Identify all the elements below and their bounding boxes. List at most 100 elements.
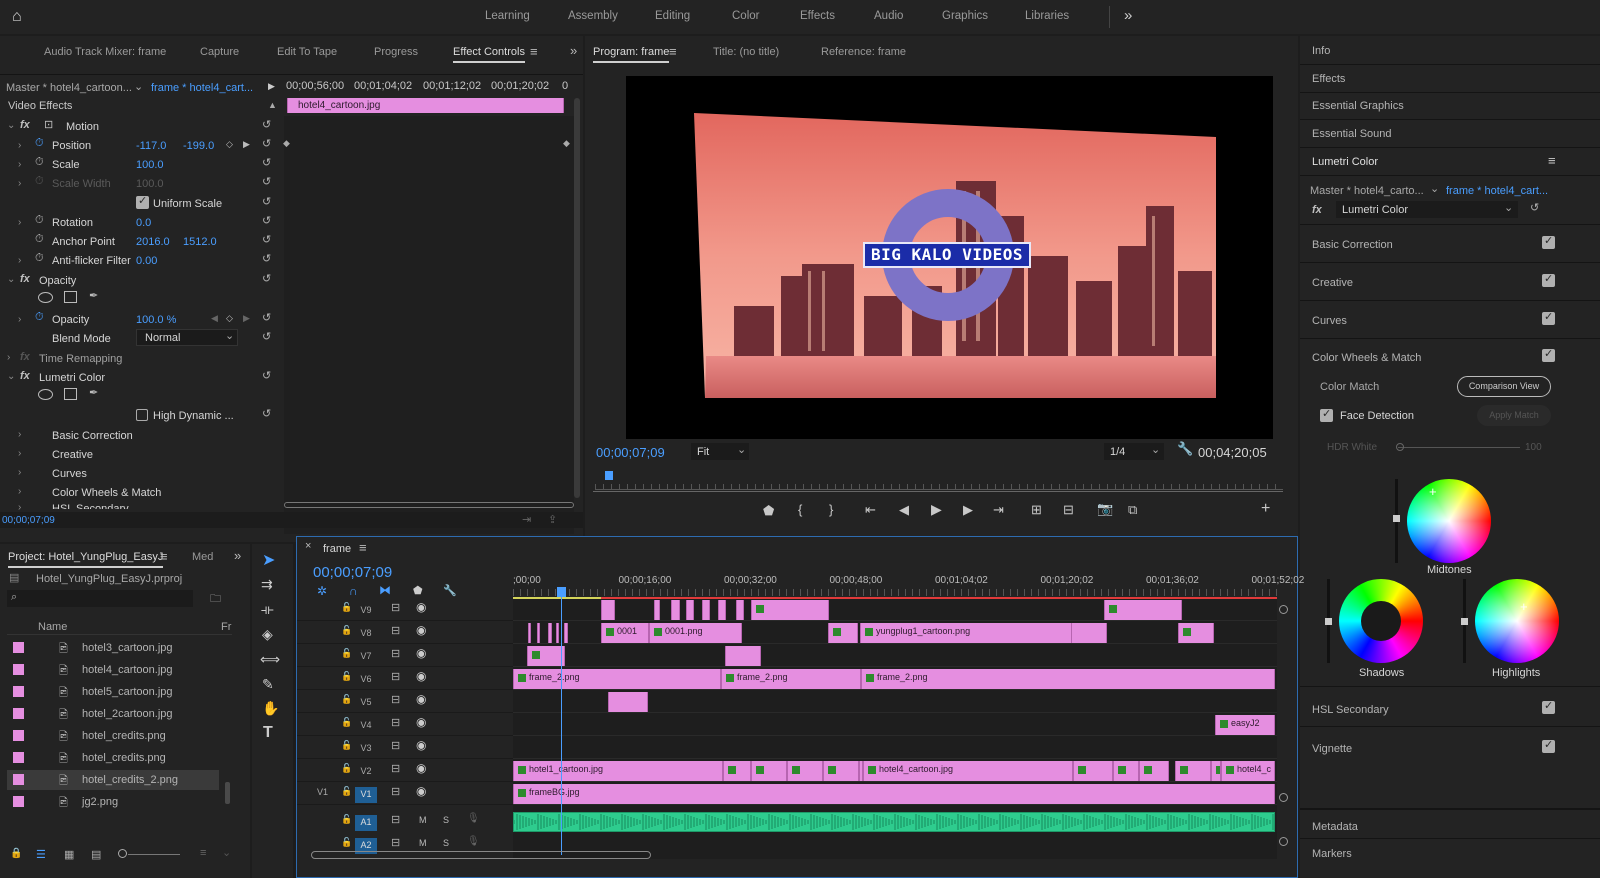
basic-correction-checkbox[interactable] (1542, 234, 1555, 249)
timeline-clip[interactable] (1073, 761, 1113, 781)
high-dynamic-checkbox[interactable] (136, 409, 148, 421)
hsl-secondary-checkbox[interactable] (1542, 699, 1555, 714)
timeline-clip[interactable] (608, 692, 648, 712)
ripple-edit-tool-icon[interactable]: ⟛ (261, 601, 274, 618)
playhead-head[interactable] (557, 587, 566, 597)
highlights-slider-handle[interactable] (1461, 618, 1468, 625)
ec-clip-bar[interactable]: hotel4_cartoon.jpg (287, 98, 564, 113)
panel-essential-graphics[interactable]: Essential Graphics (1312, 100, 1600, 112)
timeline-tab[interactable]: frame (323, 543, 351, 555)
track-lock-icon[interactable]: 🔓 (341, 602, 352, 613)
timeline-v-scroll-bottom[interactable] (1279, 837, 1288, 846)
panel-menu-icon[interactable]: ≡ (669, 44, 677, 59)
icon-view-icon[interactable]: ▦ (64, 848, 74, 861)
track-label[interactable]: V7 (355, 649, 377, 665)
timeline-clip[interactable] (601, 600, 615, 620)
sync-lock-icon[interactable]: ⊟ (391, 813, 400, 826)
sort-icon[interactable]: ≡ (200, 847, 206, 859)
track-lock-icon[interactable]: 🔓 (341, 763, 352, 774)
rotation-value[interactable]: 0.0 (136, 217, 151, 229)
ws-tab-libraries[interactable]: Libraries (1025, 10, 1069, 22)
add-marker-icon[interactable]: ⬟ (763, 503, 774, 519)
opacity-value[interactable]: 100.0 % (136, 314, 176, 326)
label-color-swatch[interactable] (13, 774, 24, 785)
tab-progress[interactable]: Progress (374, 46, 418, 58)
timeline-clip[interactable] (787, 761, 823, 781)
shadows-slider-handle[interactable] (1325, 618, 1332, 625)
settings-wrench-icon[interactable]: 🔧 (443, 584, 457, 597)
reset-icon[interactable]: ↺ (262, 369, 271, 382)
timeline-clip[interactable] (1104, 600, 1182, 620)
step-back-icon[interactable]: ◀ (899, 502, 909, 518)
pen-mask-icon[interactable]: ✒ (89, 289, 98, 302)
chevron-right-icon[interactable]: › (18, 314, 21, 325)
anchor-x[interactable]: 2016.0 (136, 236, 170, 248)
timeline-v-scroll-top[interactable] (1279, 605, 1288, 614)
export-icon[interactable]: ⇪ (548, 513, 557, 526)
freeform-view-icon[interactable]: ▤ (91, 848, 101, 861)
stopwatch-icon[interactable]: ⏱ (35, 311, 44, 324)
sync-lock-icon[interactable]: ⊟ (391, 693, 400, 706)
panel-lumetri-color[interactable]: Lumetri Color (1312, 156, 1600, 168)
timeline-clip[interactable]: hotel4_c (1221, 761, 1275, 781)
vignette-checkbox[interactable] (1542, 738, 1555, 753)
label-color-swatch[interactable] (13, 642, 24, 653)
microphone-icon[interactable]: 🎙 (467, 836, 480, 847)
track-label[interactable]: V8 (355, 626, 377, 642)
track-lock-icon[interactable]: 🔓 (341, 671, 352, 682)
position-x[interactable]: -117.0 (136, 140, 166, 152)
reset-icon[interactable]: ↺ (262, 156, 271, 169)
nest-icon[interactable]: ✲ (317, 584, 327, 598)
go-to-in-icon[interactable]: ⇤ (865, 502, 876, 518)
tab-program[interactable]: Program: frame (593, 46, 670, 63)
timeline-clip[interactable] (1211, 761, 1221, 781)
filter-icon[interactable]: ⇥ (522, 513, 531, 526)
ec-horizontal-scrollbar[interactable] (284, 502, 574, 508)
timeline-timecode[interactable]: 00;00;07;09 (313, 564, 392, 581)
list-view-icon[interactable]: ☰ (36, 848, 46, 861)
timeline-clip[interactable] (654, 600, 660, 620)
fx-icon[interactable]: fx (20, 273, 30, 285)
mark-out-icon[interactable]: } (829, 502, 833, 517)
panel-effects[interactable]: Effects (1312, 73, 1600, 85)
project-item[interactable]: 🖻 hotel_credits_2.png (7, 770, 219, 790)
lumetri-effect-select[interactable]: Lumetri Color ⌄ (1336, 201, 1518, 218)
highlights-wheel[interactable]: + (1475, 579, 1559, 663)
fit-select[interactable]: Fit ⌄ (691, 443, 749, 460)
sync-lock-icon[interactable]: ⊟ (391, 836, 400, 849)
stopwatch-icon[interactable]: ⏱ (35, 137, 44, 150)
project-item[interactable]: 🖻 hotel_credits.png (7, 748, 219, 768)
blend-mode-select[interactable]: Normal ⌄ (136, 329, 238, 346)
track-lock-icon[interactable]: 🔓 (341, 648, 352, 659)
playhead-line[interactable] (561, 589, 562, 855)
chevron-down-icon[interactable]: ⌄ (134, 80, 143, 93)
timeline-clip[interactable] (1139, 761, 1169, 781)
sync-lock-icon[interactable]: ⊟ (391, 762, 400, 775)
chevron-right-icon[interactable]: › (18, 486, 21, 497)
timeline-clip[interactable]: frame_2.png (513, 669, 721, 689)
panel-menu-icon[interactable]: ≡ (160, 549, 168, 564)
track-lock-icon[interactable]: 🔓 (341, 625, 352, 636)
col-name[interactable]: Name (38, 621, 67, 633)
panel-metadata[interactable]: Metadata (1312, 821, 1358, 833)
reset-icon[interactable]: ↺ (262, 407, 271, 420)
timeline-clip[interactable] (537, 623, 540, 643)
panel-markers[interactable]: Markers (1312, 848, 1352, 860)
track-lock-icon[interactable]: 🔓 (341, 694, 352, 705)
timeline-clip[interactable]: frameBG.jpg (513, 784, 1275, 804)
midtones-wheel[interactable]: + (1407, 479, 1491, 563)
fx-icon[interactable]: fx (20, 370, 30, 382)
panel-info[interactable]: Info (1312, 45, 1600, 57)
stopwatch-icon[interactable]: ⏱ (35, 214, 44, 227)
panel-overflow-icon[interactable]: » (234, 548, 241, 563)
project-item[interactable]: 🖻 hotel3_cartoon.jpg (7, 638, 219, 658)
antiflicker-value[interactable]: 0.00 (136, 255, 157, 267)
project-item[interactable]: 🖻 hotel_2cartoon.jpg (7, 704, 219, 724)
track-label[interactable]: A1 (355, 815, 377, 831)
project-search-input[interactable]: ⌕ (7, 590, 193, 607)
uniform-scale-checkbox[interactable] (136, 194, 149, 209)
chevron-right-icon[interactable]: › (18, 178, 21, 189)
reset-icon[interactable]: ↺ (262, 118, 271, 131)
track-label[interactable]: V5 (355, 695, 377, 711)
curves-checkbox[interactable] (1542, 310, 1555, 325)
